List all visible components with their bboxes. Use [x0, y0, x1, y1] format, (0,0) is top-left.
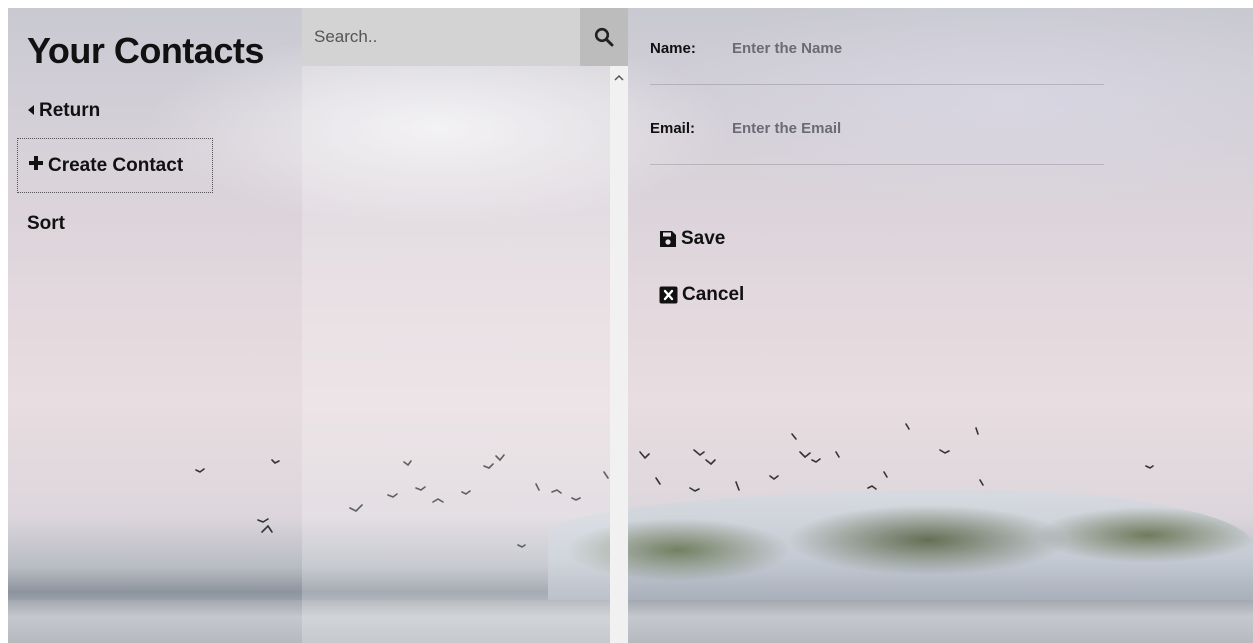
return-label: Return [39, 100, 101, 121]
create-contact-label: Create Contact [48, 154, 184, 176]
floppy-disk-icon [659, 230, 677, 248]
return-button[interactable]: Return [27, 100, 100, 122]
email-row: Email: [650, 88, 1104, 165]
sort-button[interactable]: Sort [27, 213, 65, 235]
plus-icon [28, 155, 44, 177]
name-row: Name: [650, 8, 1104, 85]
cancel-label: Cancel [682, 284, 745, 305]
email-field[interactable] [730, 112, 1094, 144]
sidebar: Your Contacts Return Create Contact Sort [8, 8, 302, 643]
sort-label: Sort [27, 213, 65, 234]
contact-list-scrollbar[interactable] [610, 66, 628, 643]
caret-left-icon [27, 100, 35, 122]
save-label: Save [681, 228, 726, 249]
search-button[interactable] [580, 8, 628, 66]
cancel-button[interactable]: Cancel [659, 284, 744, 306]
save-button[interactable]: Save [659, 228, 725, 250]
name-label: Name: [650, 40, 696, 57]
chevron-up-icon[interactable] [610, 72, 628, 86]
name-field[interactable] [730, 32, 1094, 64]
search-input[interactable] [302, 8, 580, 66]
page-title: Your Contacts [27, 30, 264, 71]
email-label: Email: [650, 120, 696, 137]
search-bar [302, 8, 628, 66]
close-box-icon [659, 286, 678, 304]
create-contact-button[interactable]: Create Contact [17, 138, 213, 193]
search-icon [594, 27, 614, 47]
contact-form: Name: Email: Save Cancel [630, 8, 1253, 643]
contact-list-panel [302, 8, 628, 643]
